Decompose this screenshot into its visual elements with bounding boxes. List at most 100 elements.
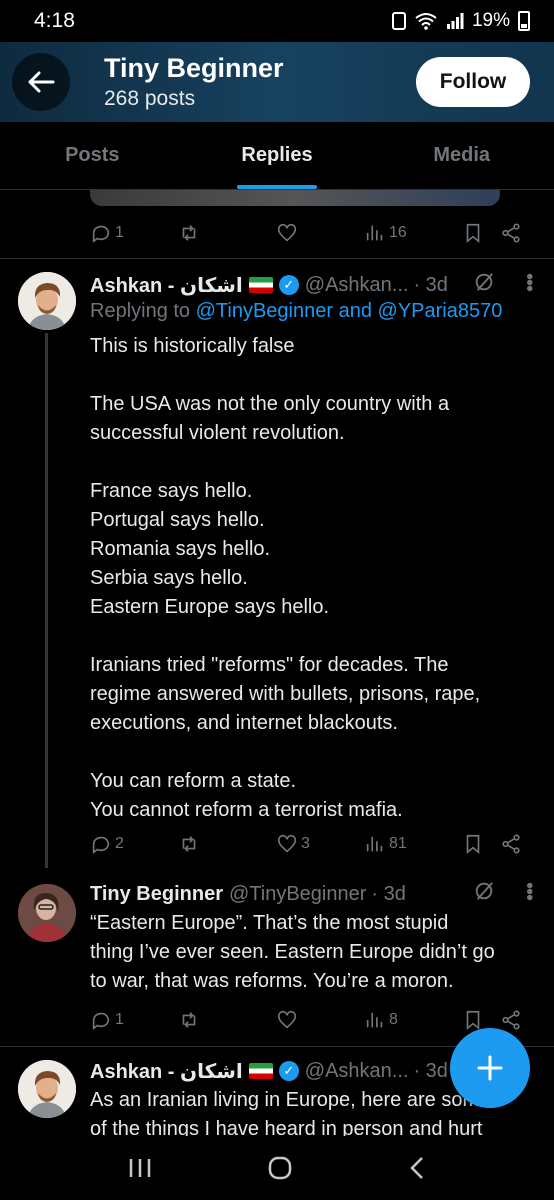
profile-header: Tiny Beginner 268 posts Follow (0, 42, 554, 122)
tab-posts[interactable]: Posts (0, 122, 185, 189)
like-button[interactable]: 3 (276, 833, 364, 855)
tweet-header-actions: ••• (473, 880, 540, 902)
more-icon[interactable]: ••• (517, 273, 540, 291)
battery-percent: 19% (471, 10, 510, 31)
text-line: successful violent revolution. (90, 422, 345, 444)
tab-media[interactable]: Media (369, 122, 554, 189)
previous-post-media[interactable] (90, 190, 500, 206)
tweet-text: “Eastern Europe”. That’s the most stupid… (90, 909, 535, 996)
status-time: 4:18 (34, 9, 75, 32)
replying-to: Replying to @TinyBeginner and @YParia857… (90, 300, 550, 323)
reply-icon (92, 836, 110, 854)
bookmark-icon (466, 223, 480, 244)
tweet-text: This is historically false The USA was n… (90, 332, 535, 825)
tweet-actions: 1 8 (90, 1005, 530, 1035)
views-button[interactable]: 8 (364, 1009, 462, 1031)
signal-icon (446, 13, 464, 29)
tweet-header: Ashkan - اشکان ✓ @Ashkan... · 3d ••• (90, 271, 540, 299)
compose-plus-icon (477, 1055, 503, 1081)
like-icon (277, 223, 297, 242)
views-icon (366, 836, 383, 852)
profile-name: Tiny Beginner (104, 53, 284, 83)
thread-line (45, 333, 48, 868)
verified-badge-icon: ✓ (278, 275, 299, 295)
text-line: Serbia says hello. (90, 567, 248, 589)
reply-icon (92, 1012, 110, 1030)
iran-flag-icon (248, 277, 273, 293)
tab-replies[interactable]: Replies (185, 122, 370, 189)
author-handle[interactable]: @TinyBeginner (229, 883, 366, 906)
like-button[interactable] (276, 222, 364, 244)
avatar-image (18, 1060, 76, 1118)
repost-button[interactable] (178, 1009, 276, 1031)
views-count: 81 (389, 835, 407, 852)
tweet-header: Tiny Beginner @TinyBeginner · 3d ••• (90, 880, 540, 908)
wifi-icon (415, 13, 437, 30)
share-button[interactable] (500, 222, 522, 244)
more-icon[interactable]: ••• (517, 882, 540, 900)
avatar-image (18, 272, 76, 330)
avatar-image (18, 884, 76, 942)
repost-icon (182, 836, 196, 852)
like-button[interactable] (276, 1009, 364, 1031)
views-button[interactable]: 16 (364, 222, 462, 244)
grok-icon[interactable] (473, 271, 495, 293)
avatar-ashkan[interactable] (18, 272, 76, 330)
bookmark-button[interactable] (462, 222, 500, 244)
repost-icon (182, 225, 196, 241)
repost-button[interactable] (178, 833, 276, 855)
tweet-actions: 2 3 81 (90, 829, 530, 859)
author-handle[interactable]: @Ashkan... (305, 274, 409, 297)
post-time: · 3d (371, 882, 406, 905)
views-button[interactable]: 81 (364, 833, 462, 855)
follow-button[interactable]: Follow (416, 57, 530, 107)
share-icon (502, 1010, 520, 1030)
divider (0, 258, 554, 259)
text-line: Eastern Europe says hello. (90, 596, 330, 618)
author-name[interactable]: Tiny Beginner (90, 883, 223, 906)
tweet-header-actions: ••• (473, 271, 540, 293)
back-button[interactable] (12, 53, 70, 111)
status-bar: 4:18 19% (0, 0, 554, 42)
reply-button[interactable]: 1 (90, 1009, 178, 1031)
text-line: You can reform a state. (90, 770, 297, 792)
avatar-tinybeginner[interactable] (18, 884, 76, 942)
text-line: “Eastern Europe”. That’s the most stupid (90, 912, 449, 934)
back-arrow-icon (28, 71, 55, 93)
avatar-ashkan[interactable] (18, 1060, 76, 1118)
grok-icon[interactable] (473, 880, 495, 902)
profile-tabs: Posts Replies Media (0, 122, 554, 190)
home-icon[interactable] (267, 1155, 293, 1181)
reply-icon (92, 225, 110, 243)
repost-button[interactable] (178, 222, 276, 244)
bookmark-icon (466, 834, 480, 855)
share-button[interactable] (500, 833, 522, 855)
text-line: of the things I have heard in person and… (90, 1118, 483, 1136)
text-line: Iranians tried "reforms" for decades. Th… (90, 654, 449, 676)
share-icon (502, 223, 520, 243)
verified-badge-icon: ✓ (278, 1061, 299, 1081)
reply-count: 1 (115, 224, 124, 241)
share-icon (502, 834, 520, 854)
nav-back-icon[interactable] (407, 1155, 427, 1181)
text-line: The USA was not the only country with a (90, 393, 450, 415)
like-icon (277, 1010, 297, 1029)
repost-icon (182, 1012, 196, 1028)
iran-flag-icon (248, 1063, 273, 1079)
replying-users-link[interactable]: @TinyBeginner and @YParia8570 (196, 300, 503, 322)
previous-post-actions: 1 16 (90, 218, 530, 248)
reply-button[interactable]: 1 (90, 222, 178, 244)
recent-apps-icon[interactable] (127, 1156, 153, 1180)
share-button[interactable] (500, 1009, 522, 1031)
author-name[interactable]: Ashkan - اشکان (90, 1059, 243, 1084)
battery-icon (518, 11, 530, 31)
compose-button[interactable] (450, 1028, 530, 1108)
post-count: 268 posts (104, 87, 196, 110)
bookmark-button[interactable] (462, 833, 500, 855)
author-handle[interactable]: @Ashkan... (305, 1060, 409, 1083)
author-name[interactable]: Ashkan - اشکان (90, 273, 243, 298)
views-count: 8 (389, 1011, 398, 1028)
reply-button[interactable]: 2 (90, 833, 178, 855)
text-line: This is historically false (90, 335, 295, 357)
system-nav-bar (0, 1136, 554, 1200)
